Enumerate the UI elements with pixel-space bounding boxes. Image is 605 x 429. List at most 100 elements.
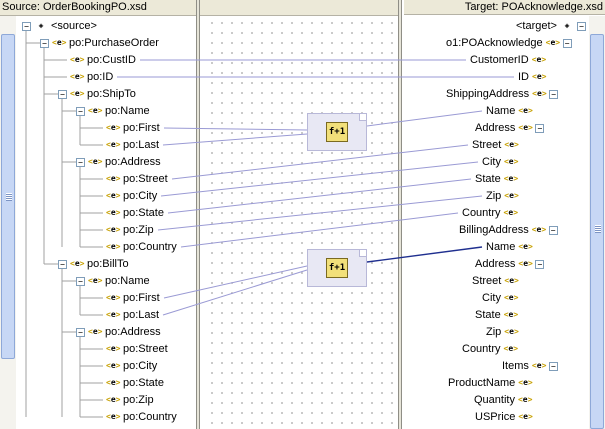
element-icon: <e> [106, 174, 121, 184]
target-node-ship-country[interactable]: Country <e> [462, 205, 530, 221]
collapse-icon[interactable]: − [535, 259, 545, 269]
element-icon: <e> [88, 276, 103, 286]
collapse-icon[interactable]: − [76, 106, 85, 116]
target-node-ship-zip[interactable]: Zip <e> [486, 188, 530, 204]
element-icon: <e> [504, 191, 519, 201]
source-node-bill-state[interactable]: <e> po:State [94, 375, 164, 391]
source-scrollbar-thumb[interactable] [1, 34, 15, 359]
source-node-id[interactable]: <e> po:ID [58, 69, 113, 85]
source-node-ship-address[interactable]: − <e> po:Address [76, 154, 161, 170]
source-node-cust-id[interactable]: <e> po:CustID [58, 52, 136, 68]
target-node-label: <target> [516, 20, 557, 32]
target-scrollbar-thumb[interactable] [590, 34, 604, 429]
source-node-bill-first[interactable]: <e> po:First [94, 290, 160, 306]
source-pane-divider[interactable] [196, 0, 200, 429]
target-node-shipping-address[interactable]: ShippingAddress <e> − [446, 86, 559, 102]
target-node-bill-name[interactable]: Name <e> [486, 239, 544, 255]
source-node-bill-address[interactable]: − <e> po:Address [76, 324, 161, 340]
target-node-us-price[interactable]: USPrice <e> [475, 409, 544, 425]
source-node-bill-zip[interactable]: <e> po:Zip [94, 392, 154, 408]
target-node-ship-name[interactable]: Name <e> [486, 103, 544, 119]
source-node-ship-state[interactable]: <e> po:State [94, 205, 164, 221]
target-node-bill-state[interactable]: State <e> [475, 307, 530, 323]
source-node-bill-name[interactable]: − <e> po:Name [76, 273, 150, 289]
target-node-target-root[interactable]: <target> ◈ − [516, 18, 586, 34]
mapping-canvas-header [200, 0, 398, 16]
source-node-source-root[interactable]: − ◈ <source> [22, 18, 97, 34]
target-node-label: Street [472, 139, 502, 151]
collapse-icon[interactable]: − [548, 225, 558, 235]
source-node-label: po:Zip [123, 394, 154, 406]
collapse-icon[interactable]: − [76, 327, 85, 337]
source-node-ship-country[interactable]: <e> po:Country [94, 239, 177, 255]
source-node-bill-to[interactable]: − <e> po:BillTo [58, 256, 129, 272]
mapping-canvas[interactable] [203, 16, 398, 429]
collapse-icon[interactable]: − [548, 361, 558, 371]
target-node-bill-zip[interactable]: Zip <e> [486, 324, 530, 340]
target-node-product-name[interactable]: ProductName <e> [448, 375, 544, 391]
collapse-icon[interactable]: − [562, 38, 572, 48]
target-node-billing-address[interactable]: BillingAddress <e> − [459, 222, 558, 238]
target-scrollbar[interactable] [589, 16, 605, 429]
target-node-bill-street[interactable]: Street <e> [472, 273, 530, 289]
collapse-icon[interactable] [359, 249, 367, 257]
source-node-ship-street[interactable]: <e> po:Street [94, 171, 168, 187]
grip-icon [595, 225, 601, 233]
target-node-label: State [475, 173, 501, 185]
collapse-icon[interactable]: − [40, 38, 49, 48]
source-scrollbar[interactable] [0, 16, 16, 429]
element-icon: <e> [106, 378, 121, 388]
source-node-label: po:City [123, 360, 158, 372]
source-node-bill-country[interactable]: <e> po:Country [94, 409, 177, 425]
collapse-icon[interactable]: − [549, 89, 559, 99]
collapse-icon[interactable]: − [22, 21, 31, 31]
target-node-bill-address[interactable]: Address <e> − [475, 256, 545, 272]
source-node-label: po:State [123, 377, 164, 389]
collapse-icon[interactable]: − [58, 259, 67, 269]
source-node-ship-name[interactable]: − <e> po:Name [76, 103, 150, 119]
source-node-purchase-order[interactable]: − <e> po:PurchaseOrder [40, 35, 159, 51]
target-node-ship-address[interactable]: Address <e> − [475, 120, 545, 136]
target-node-quantity[interactable]: Quantity <e> [474, 392, 544, 408]
target-pane-divider[interactable] [398, 0, 402, 429]
target-node-label: USPrice [475, 411, 516, 423]
function-box-bill-name[interactable]: f+1 [307, 249, 367, 287]
target-node-ship-street[interactable]: Street <e> [472, 137, 530, 153]
element-icon: <e> [504, 140, 519, 150]
target-node-items[interactable]: Items <e> − [502, 358, 558, 374]
target-node-bill-country[interactable]: Country <e> [462, 341, 530, 357]
source-node-bill-last[interactable]: <e> po:Last [94, 307, 159, 323]
element-icon: <e> [531, 361, 547, 371]
source-node-ship-to[interactable]: − <e> po:ShipTo [58, 86, 136, 102]
target-node-id[interactable]: ID <e> [518, 69, 558, 85]
target-node-ship-city[interactable]: City <e> [482, 154, 530, 170]
concat-function-icon[interactable]: f+1 [326, 122, 348, 142]
target-node-customer-id[interactable]: CustomerID <e> [470, 52, 558, 68]
collapse-icon[interactable]: − [576, 21, 586, 31]
element-icon: <e> [518, 378, 533, 388]
source-node-bill-street[interactable]: <e> po:Street [94, 341, 168, 357]
collapse-icon[interactable]: − [58, 89, 67, 99]
target-node-label: City [482, 156, 501, 168]
source-node-label: po:Street [123, 343, 168, 355]
source-node-ship-first[interactable]: <e> po:First [94, 120, 160, 136]
target-node-ship-state[interactable]: State <e> [475, 171, 530, 187]
target-node-label: ID [518, 71, 529, 83]
source-node-bill-city[interactable]: <e> po:City [94, 358, 157, 374]
source-node-label: <source> [51, 20, 97, 32]
element-icon: <e> [518, 412, 533, 422]
source-node-ship-last[interactable]: <e> po:Last [94, 137, 159, 153]
collapse-icon[interactable] [359, 113, 367, 121]
collapse-icon[interactable]: − [76, 276, 85, 286]
source-node-label: po:Street [123, 173, 168, 185]
concat-function-icon[interactable]: f+1 [326, 258, 348, 278]
function-box-ship-name[interactable]: f+1 [307, 113, 367, 151]
target-node-po-acknowledge[interactable]: o1:POAcknowledge <e> − [446, 35, 572, 51]
target-node-bill-city[interactable]: City <e> [482, 290, 530, 306]
collapse-icon[interactable]: − [76, 157, 85, 167]
source-node-ship-city[interactable]: <e> po:City [94, 188, 157, 204]
collapse-icon[interactable]: − [535, 123, 545, 133]
source-node-ship-zip[interactable]: <e> po:Zip [94, 222, 154, 238]
element-icon: <e> [503, 208, 519, 218]
element-icon: <e> [106, 412, 121, 422]
